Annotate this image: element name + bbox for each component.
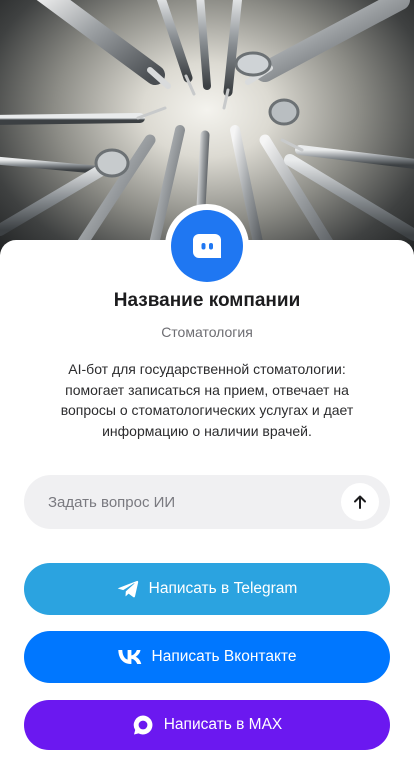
bot-chat-icon [193, 234, 221, 258]
bot-avatar [171, 210, 243, 282]
max-button[interactable]: Написать в MAX [24, 700, 390, 750]
telegram-button[interactable]: Написать в Telegram [24, 563, 390, 615]
send-button[interactable] [341, 483, 379, 521]
ask-ai-input[interactable] [48, 475, 328, 529]
max-button-label: Написать в MAX [163, 716, 283, 733]
ask-ai-field [24, 475, 390, 529]
arrow-up-icon [354, 495, 366, 509]
vk-button-label: Написать Вконтакте [151, 648, 297, 665]
telegram-button-label: Написать в Telegram [148, 580, 298, 597]
vk-icon [117, 650, 142, 664]
company-avatar [165, 204, 249, 288]
company-category: Стоматология [161, 324, 253, 340]
telegram-icon [117, 580, 139, 598]
company-description: AI-бот для государственной стоматологии:… [60, 361, 354, 439]
vk-button[interactable]: Написать Вконтакте [24, 631, 390, 683]
max-icon [132, 714, 154, 736]
company-name: Название компании [113, 290, 301, 311]
